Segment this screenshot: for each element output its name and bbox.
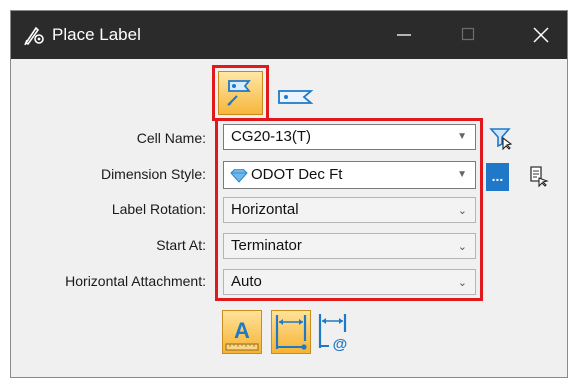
minimize-icon (397, 34, 411, 36)
svg-text:A: A (234, 318, 250, 343)
place-label-mode-button[interactable] (212, 65, 269, 121)
dimension-line-button[interactable] (271, 310, 311, 354)
highlight-box (215, 118, 483, 301)
text-a-icon: A (225, 318, 259, 351)
place-label-icon (227, 80, 251, 106)
start-at-label: Start At: (156, 237, 206, 253)
text-mode-button[interactable]: A (222, 310, 262, 354)
maximize-button[interactable] (441, 11, 495, 59)
dimension-at-icon: @ (318, 314, 348, 353)
cell-name-label: Cell Name: (136, 130, 206, 146)
maximize-icon (461, 27, 475, 41)
title-bar: Place Label (11, 11, 567, 59)
dimension-line-icon (275, 315, 307, 350)
label-rotation-label: Label Rotation: (111, 201, 206, 217)
close-icon (533, 27, 549, 43)
svg-text:@: @ (333, 336, 348, 352)
filter-pick-icon[interactable] (489, 126, 513, 155)
minimize-button[interactable] (377, 11, 431, 59)
pen-gear-icon (23, 24, 45, 46)
match-style-icon[interactable] (526, 164, 550, 193)
close-button[interactable] (513, 11, 567, 59)
dimension-style-more-button[interactable]: ... (486, 163, 509, 191)
label-tag-icon (278, 90, 314, 104)
place-label-dialog: Place Label Cell Name: Dimension Style: … (10, 10, 568, 378)
horizontal-attachment-label: Horizontal Attachment: (65, 273, 206, 289)
alt-label-mode-button[interactable] (277, 86, 317, 108)
dimension-attach-button[interactable]: @ (315, 310, 355, 354)
dimension-style-label: Dimension Style: (100, 166, 206, 182)
window-title: Place Label (52, 25, 141, 44)
